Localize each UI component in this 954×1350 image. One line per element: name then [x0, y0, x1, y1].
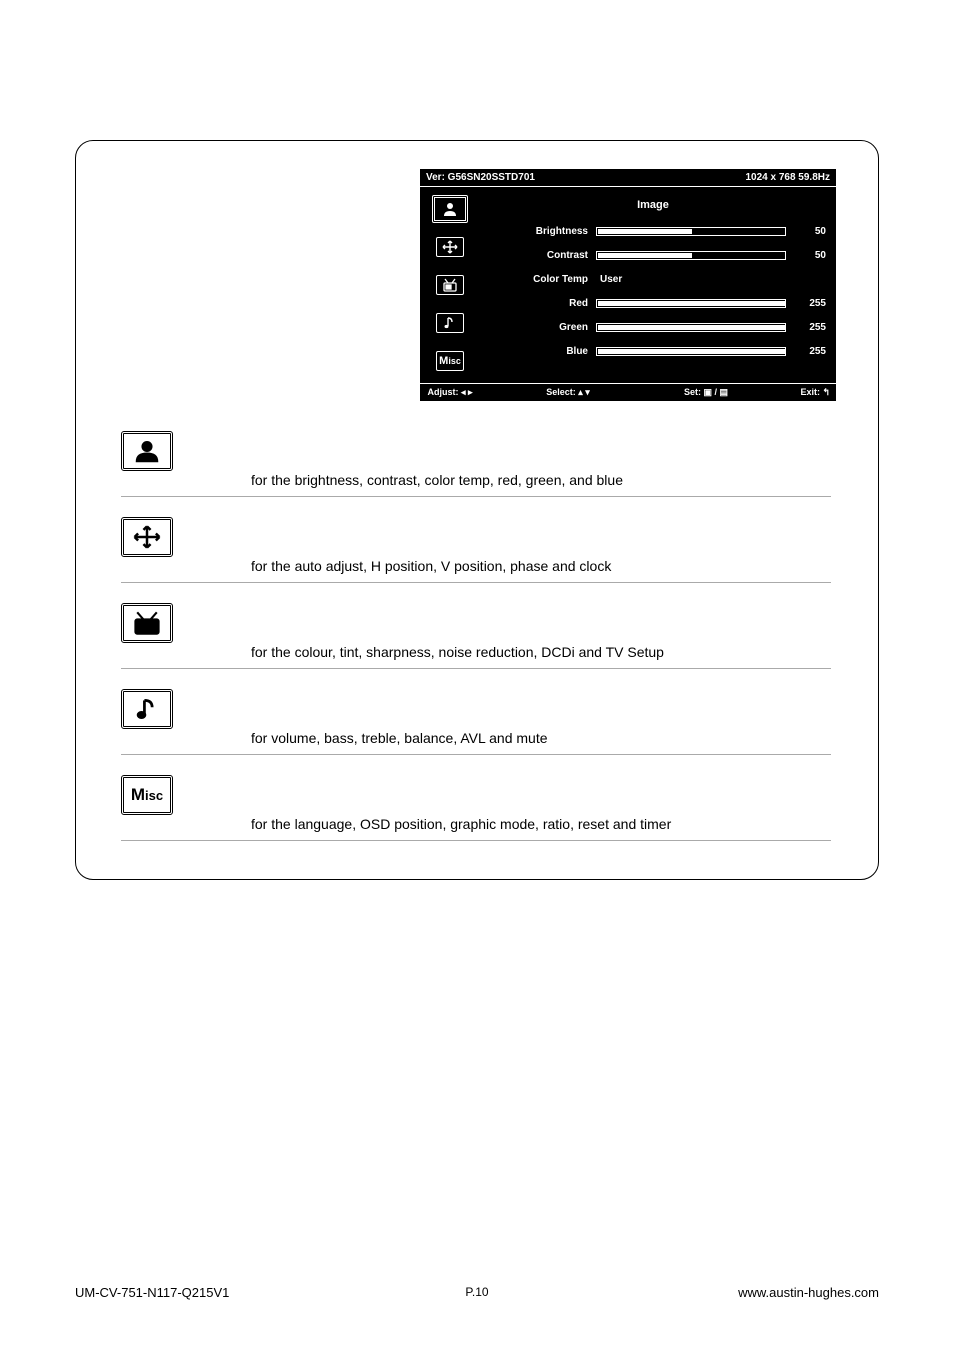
color-temp-label: Color Temp — [480, 274, 588, 285]
brightness-bar — [596, 227, 786, 236]
tv-antenna-icon — [131, 610, 163, 636]
move-arrows-icon — [131, 524, 163, 550]
color-temp-value: User — [596, 274, 826, 285]
legend-text-misc: for the language, OSD position, graphic … — [251, 816, 671, 834]
contrast-value: 50 — [798, 250, 826, 261]
legend-text-audio: for volume, bass, treble, balance, AVL a… — [251, 730, 548, 748]
osd-tabs: Misc — [420, 187, 480, 383]
misc-label-icon: Misc — [131, 785, 163, 805]
tab-audio[interactable] — [432, 309, 468, 337]
legend-text-image: for the brightness, contrast, color temp… — [251, 472, 623, 490]
red-bar — [596, 299, 786, 308]
footer-page-number: P.10 — [0, 1285, 954, 1299]
icon-legend: for the brightness, contrast, color temp… — [121, 411, 831, 841]
brightness-label: Brightness — [480, 226, 588, 237]
hint-set: Set: ▣ / ▤ — [656, 384, 756, 401]
tab-video[interactable] — [432, 271, 468, 299]
osd-content: Image Brightness 50 Contrast 50 Color Te… — [480, 187, 836, 383]
person-icon — [440, 201, 460, 217]
blue-bar — [596, 347, 786, 356]
legend-row-audio: for volume, bass, treble, balance, AVL a… — [121, 669, 831, 755]
video-icon — [121, 603, 173, 643]
audio-icon — [121, 689, 173, 729]
row-contrast[interactable]: Contrast 50 — [480, 243, 826, 267]
green-bar — [596, 323, 786, 332]
row-brightness[interactable]: Brightness 50 — [480, 219, 826, 243]
tab-geometry[interactable] — [432, 233, 468, 261]
green-value: 255 — [798, 322, 826, 333]
music-note-icon — [442, 316, 458, 330]
osd-hints: Adjust: ◂ ▸ Select: ▴ ▾ Set: ▣ / ▤ Exit:… — [420, 383, 836, 401]
page-frame: Ver: G56SN20SSTD701 1024 x 768 59.8Hz Mi… — [75, 140, 879, 880]
legend-row-geometry: for the auto adjust, H position, V posit… — [121, 497, 831, 583]
blue-label: Blue — [480, 346, 588, 357]
brightness-value: 50 — [798, 226, 826, 237]
osd-panel: Ver: G56SN20SSTD701 1024 x 768 59.8Hz Mi… — [420, 169, 836, 401]
hint-select: Select: ▴ ▾ — [480, 384, 656, 401]
row-green[interactable]: Green 255 — [480, 315, 826, 339]
image-icon — [121, 431, 173, 471]
geometry-icon — [121, 517, 173, 557]
blue-value: 255 — [798, 346, 826, 357]
red-value: 255 — [798, 298, 826, 309]
tab-misc[interactable]: Misc — [432, 347, 468, 375]
contrast-bar — [596, 251, 786, 260]
legend-text-geometry: for the auto adjust, H position, V posit… — [251, 558, 611, 576]
red-label: Red — [480, 298, 588, 309]
misc-icon: Misc — [121, 775, 173, 815]
tab-image[interactable] — [432, 195, 468, 223]
osd-title: Image — [480, 193, 826, 219]
tv-antenna-icon — [441, 278, 459, 292]
page-footer: UM-CV-751-N117-Q215V1 P.10 www.austin-hu… — [0, 1285, 954, 1300]
osd-header: Ver: G56SN20SSTD701 1024 x 768 59.8Hz — [420, 169, 836, 187]
hint-adjust: Adjust: ◂ ▸ — [420, 384, 480, 401]
legend-row-image: for the brightness, contrast, color temp… — [121, 411, 831, 497]
osd-version: Ver: G56SN20SSTD701 — [426, 172, 535, 183]
green-label: Green — [480, 322, 588, 333]
misc-label-icon: Misc — [439, 355, 461, 367]
person-icon — [132, 439, 162, 463]
legend-text-video: for the colour, tint, sharpness, noise r… — [251, 644, 664, 662]
row-blue[interactable]: Blue 255 — [480, 339, 826, 363]
legend-row-video: for the colour, tint, sharpness, noise r… — [121, 583, 831, 669]
row-red[interactable]: Red 255 — [480, 291, 826, 315]
contrast-label: Contrast — [480, 250, 588, 261]
osd-resolution: 1024 x 768 59.8Hz — [745, 172, 830, 183]
music-note-icon — [133, 697, 161, 721]
hint-exit: Exit: ↰ — [756, 384, 836, 401]
legend-row-misc: Misc for the language, OSD position, gra… — [121, 755, 831, 841]
move-arrows-icon — [441, 240, 459, 254]
row-color-temp[interactable]: Color Temp User — [480, 267, 826, 291]
